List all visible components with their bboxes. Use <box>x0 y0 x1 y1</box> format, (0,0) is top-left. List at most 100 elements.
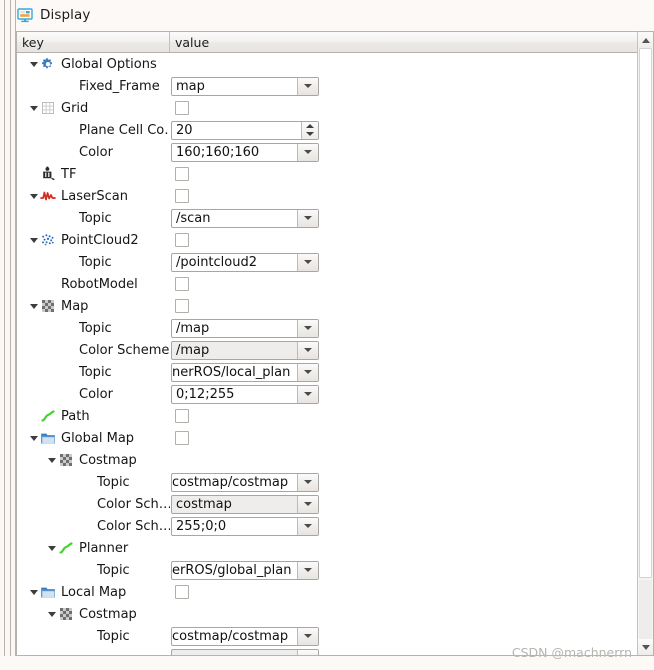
row-key-cell[interactable]: Local Map <box>17 581 170 603</box>
chevron-down-icon[interactable] <box>297 253 318 271</box>
row-key-cell[interactable]: PointCloud2 <box>17 229 170 251</box>
table-row[interactable]: TF <box>17 163 654 185</box>
row-value-cell[interactable]: costmap <box>170 493 654 515</box>
scroll-down-arrow-icon[interactable] <box>638 639 653 655</box>
row-value-cell[interactable]: nerROS/local_plan <box>170 361 654 383</box>
table-row[interactable]: LaserScan <box>17 185 654 207</box>
chevron-down-icon[interactable] <box>297 77 318 95</box>
value-combobox[interactable]: costmap/costmap <box>171 626 319 646</box>
table-row[interactable]: Color Scheme/map <box>17 339 654 361</box>
table-row[interactable]: Costmap <box>17 449 654 471</box>
chevron-down-icon[interactable] <box>297 363 318 381</box>
row-value-cell[interactable]: 255;0;0 <box>170 515 654 537</box>
visibility-checkbox[interactable] <box>175 299 189 313</box>
expand-collapse-triangle-icon[interactable] <box>27 427 40 449</box>
row-value-cell[interactable] <box>170 405 654 427</box>
visibility-checkbox[interactable] <box>175 277 189 291</box>
expand-collapse-triangle-icon[interactable] <box>45 449 58 471</box>
table-row[interactable]: Path <box>17 405 654 427</box>
row-value-cell[interactable]: 160;160;160 <box>170 141 654 163</box>
expand-collapse-triangle-icon[interactable] <box>27 295 40 317</box>
row-value-cell[interactable]: costmap/costmap <box>170 471 654 493</box>
row-key-cell[interactable]: Planner <box>17 537 170 559</box>
value-combobox[interactable] <box>171 648 319 655</box>
value-combobox[interactable]: /map <box>171 340 319 360</box>
row-value-cell[interactable] <box>170 537 654 559</box>
row-value-cell[interactable] <box>170 273 654 295</box>
chevron-down-icon[interactable] <box>297 385 318 403</box>
row-key-cell[interactable]: Color Scheme <box>17 339 170 361</box>
value-combobox[interactable]: 160;160;160 <box>171 142 319 162</box>
chevron-down-icon[interactable] <box>297 561 318 579</box>
table-row[interactable]: Grid <box>17 97 654 119</box>
row-key-cell[interactable]: Color <box>17 141 170 163</box>
chevron-down-icon[interactable] <box>297 319 318 337</box>
table-row[interactable]: Fixed_Frame map <box>17 75 654 97</box>
table-row[interactable]: Color 160;160;160 <box>17 141 654 163</box>
spinner-buttons[interactable] <box>301 121 318 139</box>
row-value-cell[interactable]: /map <box>170 339 654 361</box>
table-row[interactable]: Global Map <box>17 427 654 449</box>
chevron-down-icon[interactable] <box>297 495 318 513</box>
table-row[interactable]: Planner <box>17 537 654 559</box>
row-key-cell[interactable]: Color Sch… <box>17 515 170 537</box>
value-combobox[interactable]: nerROS/local_plan <box>171 362 319 382</box>
row-value-cell[interactable]: 0;12;255 <box>170 383 654 405</box>
numeric-spinner[interactable]: 20 <box>171 120 319 140</box>
row-key-cell[interactable]: Topic <box>17 317 170 339</box>
chevron-down-icon[interactable] <box>297 517 318 535</box>
row-key-cell[interactable]: Topic <box>17 559 170 581</box>
row-value-cell[interactable] <box>170 581 654 603</box>
value-combobox[interactable]: /pointcloud2 <box>171 252 319 272</box>
row-key-cell[interactable]: LaserScan <box>17 185 170 207</box>
table-row[interactable]: Color 0;12;255 <box>17 383 654 405</box>
table-row[interactable]: Topic/scan <box>17 207 654 229</box>
row-value-cell[interactable]: 20 <box>170 119 654 141</box>
row-value-cell[interactable]: erROS/global_plan <box>170 559 654 581</box>
expand-collapse-triangle-icon[interactable] <box>27 581 40 603</box>
row-value-cell[interactable]: /map <box>170 317 654 339</box>
chevron-down-icon[interactable] <box>297 143 318 161</box>
row-key-cell[interactable]: Global Options <box>17 53 170 75</box>
table-row[interactable]: Topic/map <box>17 317 654 339</box>
spinner-down-icon[interactable] <box>302 130 318 139</box>
value-combobox[interactable]: /map <box>171 318 319 338</box>
row-value-cell[interactable] <box>170 163 654 185</box>
row-value-cell[interactable] <box>170 229 654 251</box>
value-combobox[interactable]: erROS/global_plan <box>171 560 319 580</box>
row-key-cell[interactable]: Color Sch… <box>17 493 170 515</box>
table-row[interactable]: Topic costmap/costmap <box>17 471 654 493</box>
row-key-cell[interactable]: Color <box>17 383 170 405</box>
row-key-cell[interactable]: Costmap <box>17 603 170 625</box>
value-combobox[interactable]: 0;12;255 <box>171 384 319 404</box>
row-key-cell[interactable]: Path <box>17 405 170 427</box>
row-value-cell[interactable]: /scan <box>170 207 654 229</box>
visibility-checkbox[interactable] <box>175 167 189 181</box>
table-row[interactable]: RobotModel <box>17 273 654 295</box>
expand-collapse-triangle-icon[interactable] <box>27 185 40 207</box>
visibility-checkbox[interactable] <box>175 585 189 599</box>
table-row[interactable]: Topic erROS/global_plan <box>17 559 654 581</box>
row-key-cell[interactable]: Grid <box>17 97 170 119</box>
chevron-down-icon[interactable] <box>297 209 318 227</box>
table-row[interactable]: Topic costmap/costmap <box>17 625 654 647</box>
row-key-cell[interactable]: Global Map <box>17 427 170 449</box>
column-header-value[interactable]: value <box>170 32 654 52</box>
column-header-key[interactable]: key <box>17 32 170 52</box>
visibility-checkbox[interactable] <box>175 431 189 445</box>
table-row[interactable]: Topic/pointcloud2 <box>17 251 654 273</box>
table-row[interactable]: PointCloud2 <box>17 229 654 251</box>
value-combobox[interactable]: costmap <box>171 494 319 514</box>
scrollbar-track[interactable] <box>639 580 652 639</box>
row-value-cell[interactable] <box>170 427 654 449</box>
visibility-checkbox[interactable] <box>175 189 189 203</box>
row-key-cell[interactable]: Topic <box>17 207 170 229</box>
row-value-cell[interactable]: map <box>170 75 654 97</box>
row-value-cell[interactable] <box>170 185 654 207</box>
row-key-cell[interactable]: RobotModel <box>17 273 170 295</box>
scrollbar-thumb[interactable] <box>639 48 652 578</box>
expand-collapse-triangle-icon[interactable] <box>45 537 58 559</box>
visibility-checkbox[interactable] <box>175 233 189 247</box>
row-key-cell[interactable]: Topic <box>17 361 170 383</box>
row-key-cell[interactable]: Fixed_Frame <box>17 75 170 97</box>
